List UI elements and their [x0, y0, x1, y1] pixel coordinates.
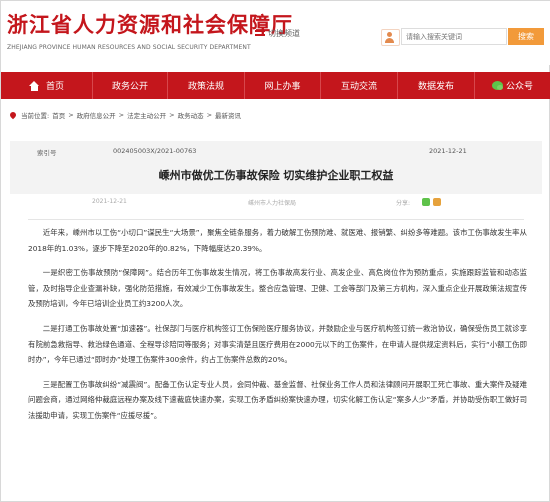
article-paragraph: 二是打通工伤事故处置“加速器”。社保部门与医疗机构签订工伤保险医疗服务协议，并鼓… — [28, 323, 527, 365]
divider — [28, 219, 524, 220]
publish-date: 2021-12-21 — [429, 147, 467, 155]
nav-wechat-label: 公众号 — [505, 82, 533, 92]
breadcrumb-separator: > — [68, 111, 74, 119]
article-paragraph: 近年来，嵊州市以工伤“小切口”谋民生“大场景”，聚焦全链条服务，着力破解工伤预防… — [28, 228, 527, 253]
nav-home-label: 首页 — [45, 82, 64, 92]
article-source: 嵊州市人力社保局 — [248, 200, 297, 207]
search-input[interactable] — [401, 28, 507, 45]
breadcrumb-separator: > — [169, 111, 175, 119]
page: 浙江省人力资源和社会保障厅 ZHEJIANG PROVINCE HUMAN RE… — [0, 0, 550, 502]
breadcrumb-separator: > — [206, 111, 213, 119]
nav-wechat[interactable]: 公众号 — [475, 72, 550, 99]
wechat-share-icon[interactable] — [422, 198, 430, 206]
article-info: 2021-12-21 嵊州市人力社保局 分享: — [10, 198, 542, 209]
article-meta: 索引号 002405003X/2021-00763 2021-12-21 嵊州市… — [10, 141, 542, 194]
article-body: 近年来，嵊州市以工伤“小切口”谋民生“大场景”，聚焦全链条服务，着力破解工伤预防… — [28, 225, 527, 433]
article-date: 2021-12-21 — [92, 198, 127, 205]
site-header: 浙江省人力资源和社会保障厅 ZHEJIANG PROVINCE HUMAN RE… — [1, 1, 550, 65]
breadcrumb-statutory[interactable]: 法定主动公开 — [127, 110, 166, 120]
user-icon[interactable] — [381, 29, 400, 46]
article-paragraph: 一是织密工伤事故预防“保障网”。结合历年工伤事故发生情况，将工伤事故高发行业、高… — [28, 268, 527, 309]
switch-channel[interactable]: 切换频道 — [255, 28, 300, 39]
search-button[interactable]: 搜索 — [508, 28, 544, 45]
article-title: 嵊州市做优工伤事故保险 切实维护企业职工权益 — [158, 169, 394, 182]
breadcrumb-prefix: 当前位置: — [21, 112, 50, 120]
breadcrumb-separator: > — [118, 111, 125, 119]
site-logo-english: ZHEJIANG PROVINCE HUMAN RESOURCES AND SO… — [7, 44, 251, 51]
nav-policies[interactable]: 政策法规 — [168, 72, 244, 99]
breadcrumb: 当前位置: 首页 > 政府信息公开 > 法定主动公开 > 政务动态 > 最新资讯 — [8, 110, 241, 120]
breadcrumb-gov-info[interactable]: 政府信息公开 — [77, 110, 116, 120]
article-paragraph: 三是配置工伤事故纠纷“减震阀”。配备工伤认定专业人员，会同仲裁、基金监督、社保业… — [28, 379, 527, 420]
location-icon — [8, 110, 18, 120]
nav-online-services[interactable]: 网上办事 — [245, 72, 320, 99]
switch-icon — [255, 29, 265, 38]
breadcrumb-gov-news[interactable]: 政务动态 — [178, 110, 204, 120]
index-label: 索引号 — [37, 149, 57, 157]
nav-interaction[interactable]: 互动交流 — [321, 72, 397, 99]
wechat-icon — [491, 81, 503, 90]
nav-data-release[interactable]: 数据发布 — [398, 72, 474, 99]
nav-gov-affairs[interactable]: 政务公开 — [93, 72, 167, 99]
home-icon — [28, 80, 40, 91]
main-nav: 首页 政务公开 政策法规 网上办事 互动交流 数据发布 公众号 — [1, 72, 550, 99]
weibo-share-icon[interactable] — [433, 198, 441, 206]
index-number: 002405003X/2021-00763 — [113, 147, 197, 155]
share-label: 分享: — [396, 200, 411, 207]
nav-home[interactable]: 首页 — [1, 72, 92, 99]
breadcrumb-home[interactable]: 首页 — [52, 110, 65, 120]
switch-channel-label: 切换频道 — [268, 29, 300, 38]
site-logo[interactable]: 浙江省人力资源和社会保障厅 — [7, 9, 293, 39]
breadcrumb-latest[interactable]: 最新资讯 — [215, 110, 241, 120]
